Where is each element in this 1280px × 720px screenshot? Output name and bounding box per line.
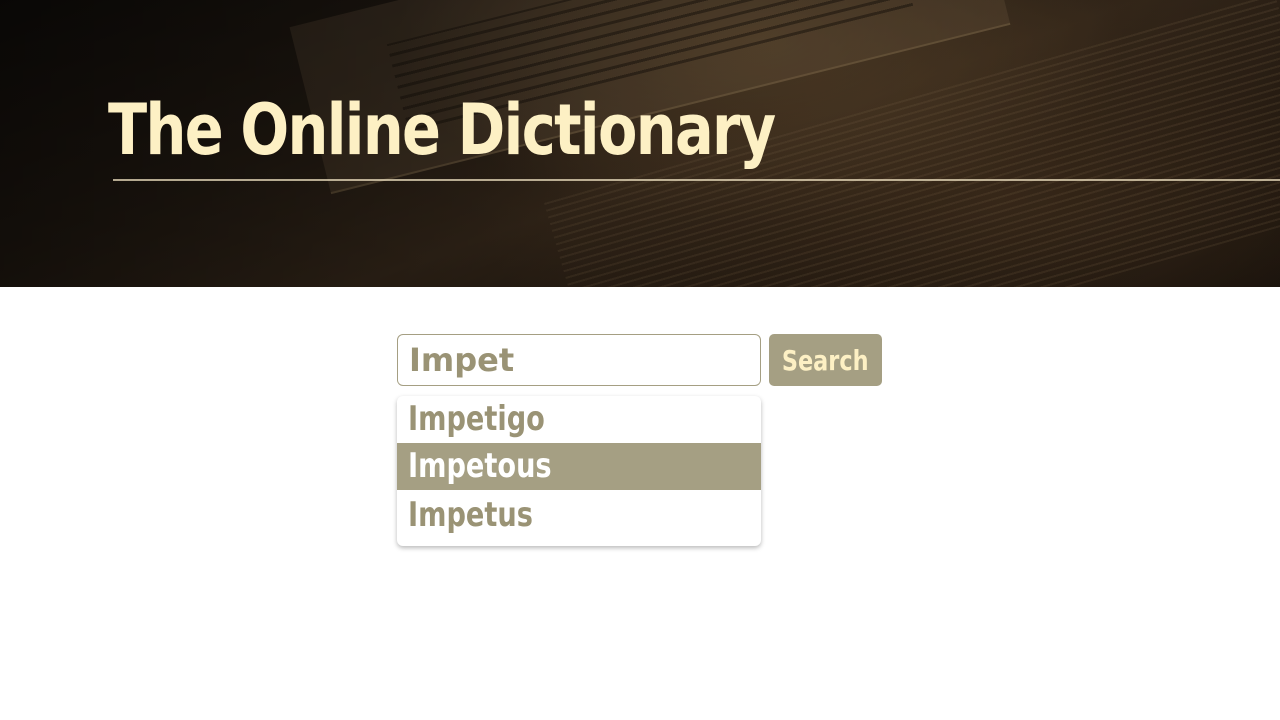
site-title: The Online Dictionary [108,89,776,171]
autocomplete-dropdown: Impetigo Impetous Impetus [397,396,761,546]
suggestion-label: Impetigo [408,399,545,439]
search-button-label: Search [782,343,869,377]
suggestion-label: Impetous [408,446,552,486]
search-button[interactable]: Search [769,334,882,386]
title-divider [113,179,1280,181]
search-input[interactable] [397,334,761,386]
suggestion-label: Impetus [408,495,533,535]
suggestion-item[interactable]: Impetus [397,492,761,539]
suggestion-item[interactable]: Impetigo [397,396,761,443]
suggestion-item-highlighted[interactable]: Impetous [397,443,761,490]
header-banner: The Online Dictionary [0,0,1280,287]
